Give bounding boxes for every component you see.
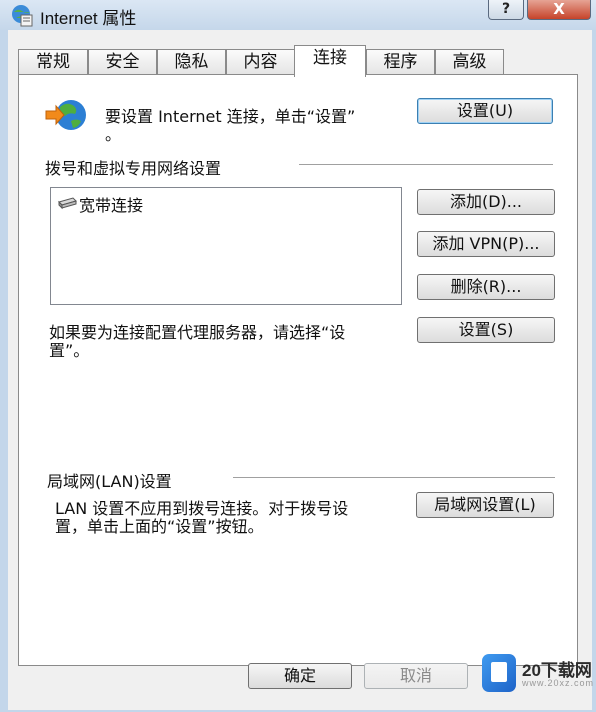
proxy-instruction-text-cont: 置”。	[49, 341, 90, 360]
remove-connection-button[interactable]: 删除(R)...	[417, 274, 555, 300]
tab-privacy[interactable]: 隐私	[157, 49, 226, 76]
lan-section-title: 局域网(LAN)设置	[47, 472, 172, 491]
setup-instruction-text: 要设置 Internet 连接，单击“设置”	[105, 107, 356, 126]
setup-instruction-text-cont: 。	[105, 125, 122, 144]
help-button[interactable]: ?	[488, 0, 524, 20]
connections-panel: 要设置 Internet 连接，单击“设置” 。 设置(U) 拨号和虚拟专用网络…	[18, 74, 578, 666]
cancel-button[interactable]: 取消	[364, 663, 468, 689]
lan-settings-button[interactable]: 局域网设置(L)	[416, 492, 554, 518]
connection-settings-button[interactable]: 设置(S)	[417, 317, 555, 343]
lan-info-text-cont: 置，单击上面的“设置”按钮。	[55, 517, 264, 536]
tab-advanced[interactable]: 高级	[435, 49, 504, 76]
dialup-vpn-section-title: 拨号和虚拟专用网络设置	[45, 159, 222, 178]
add-vpn-button[interactable]: 添加 VPN(P)...	[417, 231, 555, 257]
tab-content[interactable]: 内容	[226, 49, 295, 76]
title-bar[interactable]: Internet 属性 ? X	[0, 0, 596, 30]
setup-button[interactable]: 设置(U)	[417, 98, 553, 124]
tab-general[interactable]: 常规	[18, 49, 88, 76]
lan-section-divider	[233, 477, 555, 479]
window-title: Internet 属性	[40, 9, 137, 28]
watermark-url: www.20xz.com	[522, 678, 595, 688]
ok-button[interactable]: 确定	[248, 663, 352, 689]
tab-programs[interactable]: 程序	[366, 49, 435, 76]
close-button[interactable]: X	[527, 0, 591, 20]
connection-name: 宽带连接	[79, 196, 144, 215]
internet-options-icon	[12, 5, 33, 27]
proxy-instruction-text: 如果要为连接配置代理服务器，请选择“设	[49, 323, 346, 342]
tab-connections[interactable]: 连接	[294, 45, 366, 77]
site-watermark: 20下载网 www.20xz.com	[482, 652, 595, 704]
add-connection-button[interactable]: 添加(D)...	[417, 189, 555, 215]
dialup-section-divider	[299, 164, 553, 166]
properties-window: Internet 属性 ? X 常规 安全 隐私 内容 连接 程序 高级 要设置…	[0, 0, 596, 712]
watermark-logo-icon	[482, 654, 516, 692]
connections-listbox[interactable]: 宽带连接	[50, 187, 402, 305]
dialog-client-area: 常规 安全 隐私 内容 连接 程序 高级 要设置 Internet 连接，单击“…	[8, 30, 592, 710]
modem-icon	[58, 197, 77, 210]
tab-security[interactable]: 安全	[88, 49, 157, 76]
tab-strip: 常规 安全 隐私 内容 连接 程序 高级	[18, 45, 578, 77]
internet-setup-icon	[45, 100, 86, 130]
